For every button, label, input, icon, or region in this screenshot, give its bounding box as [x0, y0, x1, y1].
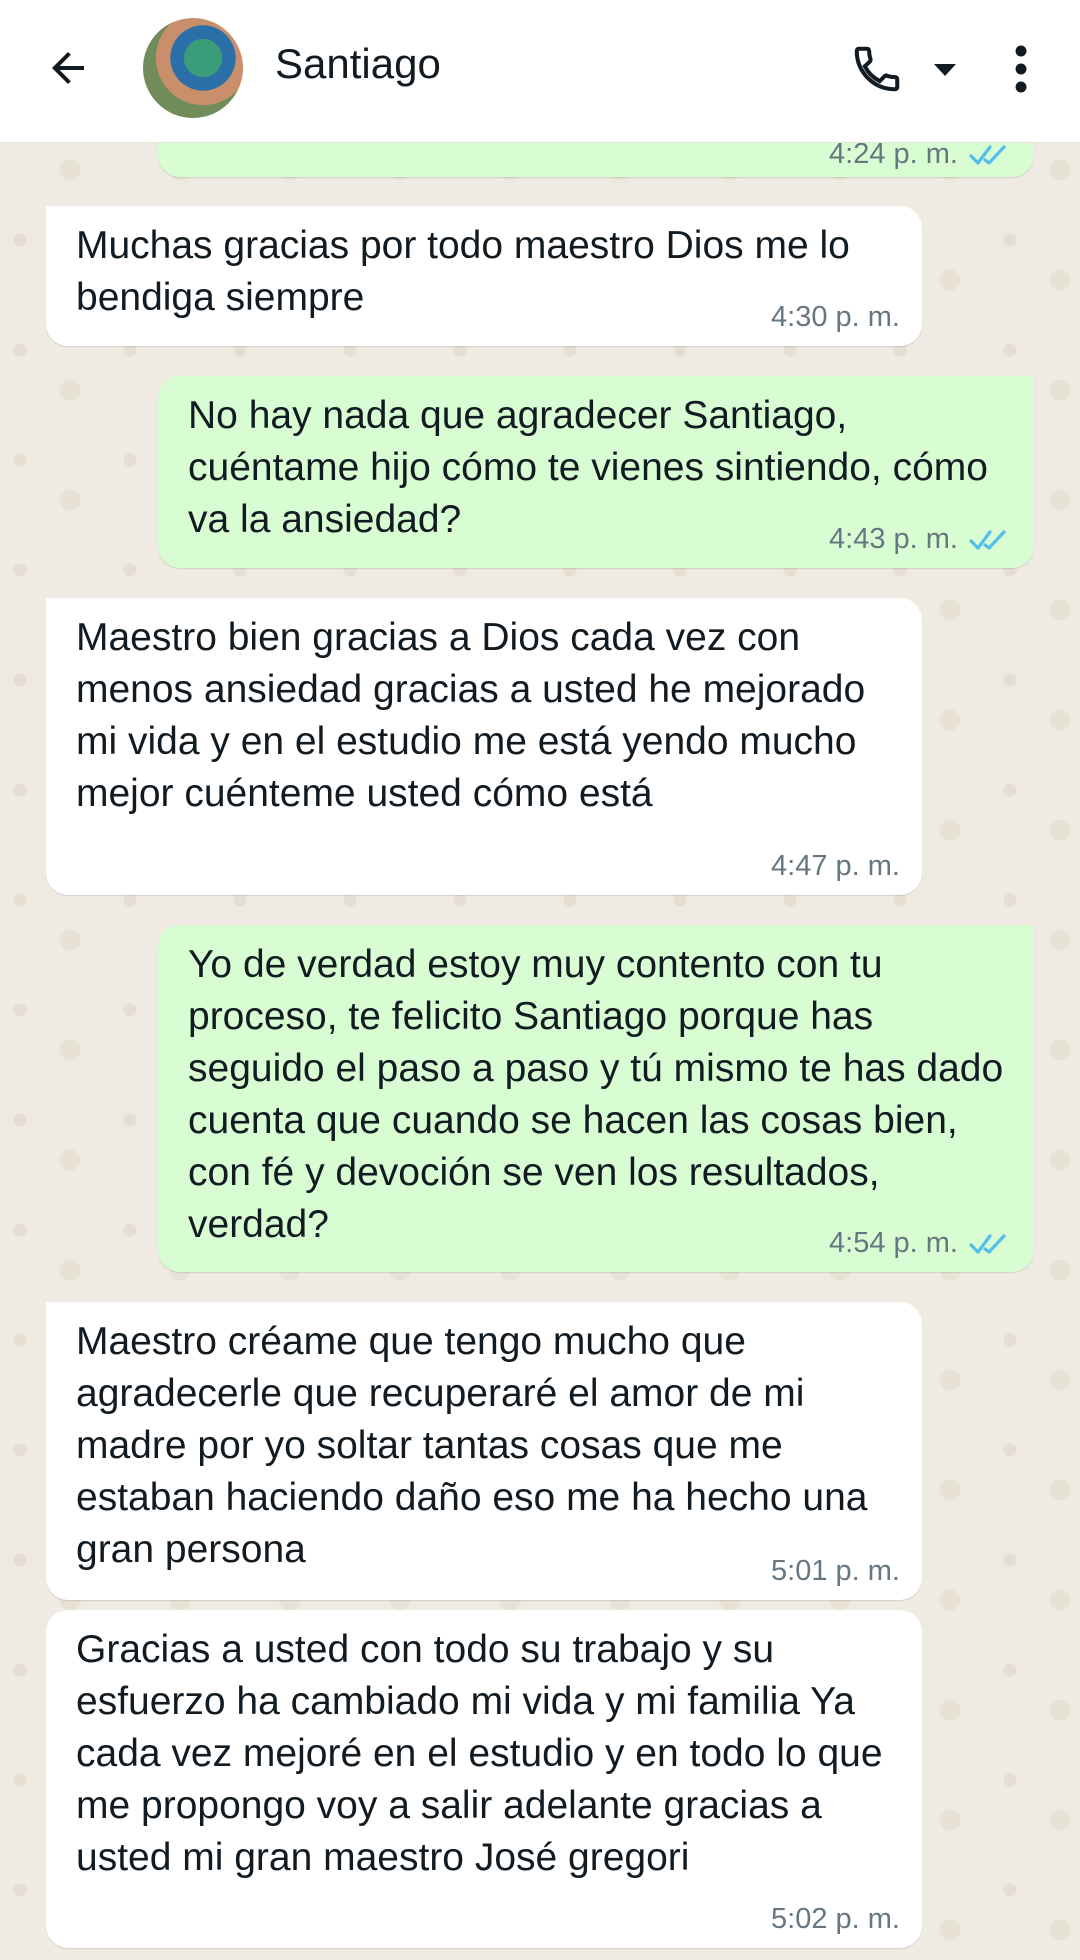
- read-receipt-icon: [969, 1233, 1006, 1254]
- message-meta: 4:24 p. m.: [829, 143, 1012, 171]
- chat-header: Santiago: [0, 0, 1080, 143]
- message-meta: 4:43 p. m.: [829, 523, 1012, 556]
- phone-icon: [854, 46, 900, 92]
- message-list[interactable]: 4:24 p. m. Muchas gracias por todo maest…: [0, 143, 1080, 1960]
- message-meta: 5:02 p. m.: [771, 1903, 900, 1936]
- message-bubble[interactable]: No hay nada que agradecer Santiago, cuén…: [158, 376, 1034, 568]
- call-options-button[interactable]: [925, 50, 965, 90]
- back-button[interactable]: [36, 36, 100, 100]
- voice-call-button[interactable]: [844, 36, 910, 102]
- message-text: Maestro créame que tengo mucho que agrad…: [76, 1320, 868, 1571]
- message-bubble[interactable]: Gracias a usted con todo su trabajo y su…: [46, 1610, 922, 1948]
- message-time: 4:54 p. m.: [829, 1227, 958, 1259]
- message-meta: 5:01 p. m.: [771, 1555, 900, 1588]
- caret-down-icon: [934, 64, 956, 76]
- message-time: 4:47 p. m.: [771, 850, 900, 882]
- more-options-button[interactable]: [996, 36, 1046, 102]
- contact-name[interactable]: Santiago: [275, 40, 441, 88]
- contact-avatar[interactable]: [143, 18, 243, 118]
- message-bubble[interactable]: 4:24 p. m.: [158, 143, 1034, 177]
- message-text: Maestro bien gracias a Dios cada vez con…: [76, 616, 866, 815]
- message-time: 5:02 p. m.: [771, 1903, 900, 1935]
- message-meta: 4:30 p. m.: [771, 301, 900, 334]
- more-vertical-icon: [1015, 45, 1027, 93]
- message-time: 5:01 p. m.: [771, 1555, 900, 1587]
- message-bubble[interactable]: Maestro bien gracias a Dios cada vez con…: [46, 598, 922, 895]
- message-bubble[interactable]: Yo de verdad estoy muy contento con tu p…: [158, 925, 1034, 1272]
- message-time: 4:43 p. m.: [829, 523, 958, 555]
- message-bubble[interactable]: Maestro créame que tengo mucho que agrad…: [46, 1302, 922, 1600]
- message-text: Yo de verdad estoy muy contento con tu p…: [188, 943, 1004, 1246]
- message-meta: 4:54 p. m.: [829, 1227, 1012, 1260]
- message-meta: 4:47 p. m.: [771, 850, 900, 883]
- message-text: Muchas gracias por todo maestro Dios me …: [76, 224, 850, 319]
- message-time: 4:24 p. m.: [829, 143, 958, 170]
- message-text: Gracias a usted con todo su trabajo y su…: [76, 1628, 883, 1879]
- message-bubble[interactable]: Muchas gracias por todo maestro Dios me …: [46, 206, 922, 346]
- message-time: 4:30 p. m.: [771, 301, 900, 333]
- read-receipt-icon: [969, 144, 1006, 165]
- arrow-left-icon: [52, 52, 84, 84]
- read-receipt-icon: [969, 529, 1006, 550]
